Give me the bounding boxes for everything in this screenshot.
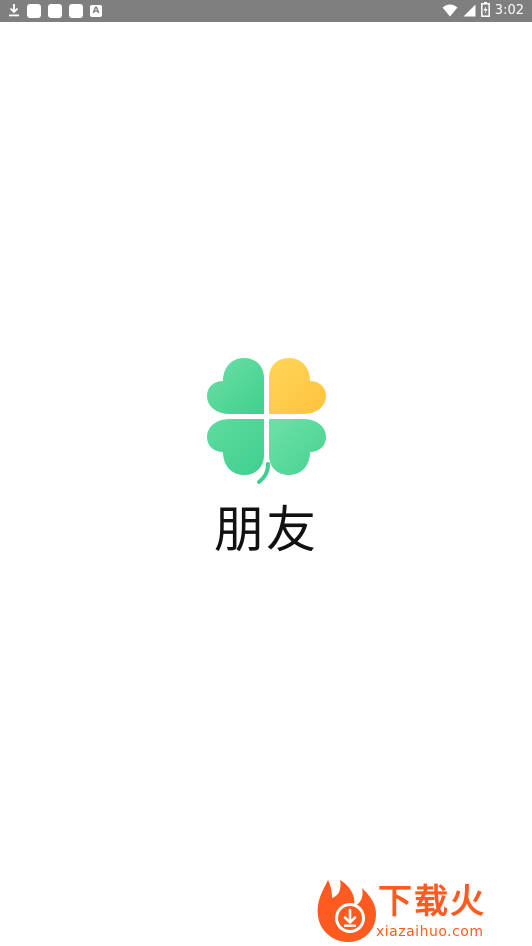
watermark-title: 下载火 [378, 882, 486, 922]
splash-screen: A 3:02 朋友 下载火 xiazaihuo.com [0, 0, 532, 946]
flame-download-icon [314, 876, 378, 946]
system-icons: 3:02 [442, 1, 524, 21]
status-time: 3:02 [494, 3, 524, 18]
app-name: 朋友 [214, 501, 318, 559]
notification-square-icon [69, 4, 83, 18]
watermark-url: xiazaihuo.com [376, 924, 484, 940]
wifi-icon [442, 2, 458, 21]
notification-square-icon [27, 4, 41, 18]
notification-area: A [8, 3, 102, 19]
signal-icon [463, 2, 476, 21]
notification-square-icon [48, 4, 62, 18]
watermark: 下载火 xiazaihuo.com [314, 876, 528, 944]
battery-icon [480, 1, 490, 21]
a-badge-icon: A [90, 5, 102, 17]
four-leaf-clover-icon [206, 356, 326, 484]
status-bar: A 3:02 [0, 0, 532, 22]
download-icon [8, 2, 20, 21]
